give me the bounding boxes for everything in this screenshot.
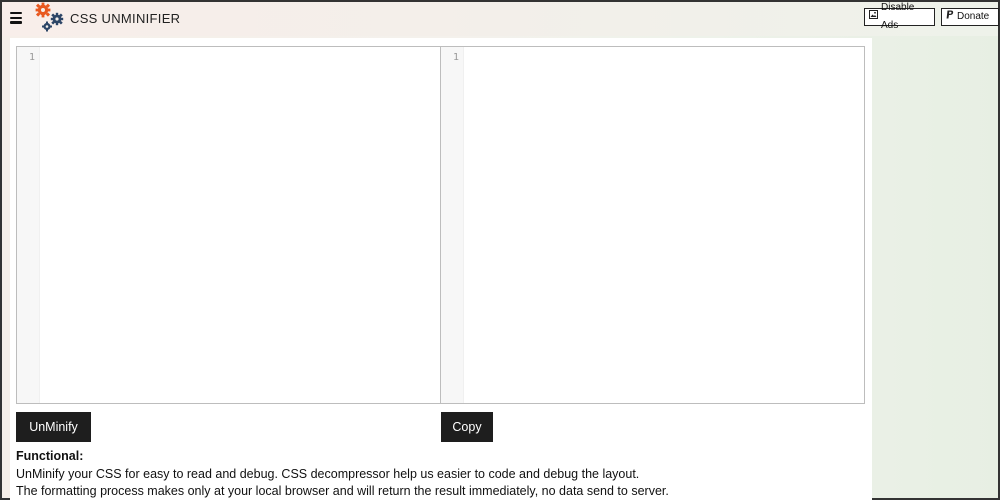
output-editor[interactable]: 1 <box>440 46 865 404</box>
line-number: 1 <box>452 52 459 63</box>
donate-label: Donate <box>957 11 990 22</box>
info-section: Functional: UnMinify your CSS for easy t… <box>16 448 866 500</box>
app-title: CSS UNMINIFIER <box>70 11 181 26</box>
unminify-button[interactable]: UnMinify <box>16 412 91 442</box>
info-line-2: The formatting process makes only at you… <box>16 484 669 498</box>
disable-ads-label: Disable Ads <box>881 2 915 31</box>
output-code-area[interactable] <box>464 47 864 403</box>
info-heading: Functional: <box>16 449 84 463</box>
line-number: 1 <box>28 52 35 63</box>
top-bar: CSS UNMINIFIER Disable Ads Donate <box>2 2 999 36</box>
image-icon <box>869 8 878 26</box>
gears-logo-icon <box>32 2 66 34</box>
main-panel: 1 1 UnMinify Copy Functional: UnMinify y… <box>10 38 872 500</box>
input-editor[interactable]: 1 <box>16 46 441 404</box>
disable-ads-button[interactable]: Disable Ads <box>864 2 935 31</box>
input-code-area[interactable] <box>40 47 440 403</box>
info-line-1: UnMinify your CSS for easy to read and d… <box>16 466 640 481</box>
hamburger-icon[interactable] <box>10 12 22 24</box>
copy-button[interactable]: Copy <box>441 412 493 442</box>
input-gutter: 1 <box>17 47 40 403</box>
donate-button[interactable]: Donate <box>941 8 999 26</box>
paypal-icon <box>946 8 954 26</box>
output-gutter: 1 <box>441 47 464 403</box>
